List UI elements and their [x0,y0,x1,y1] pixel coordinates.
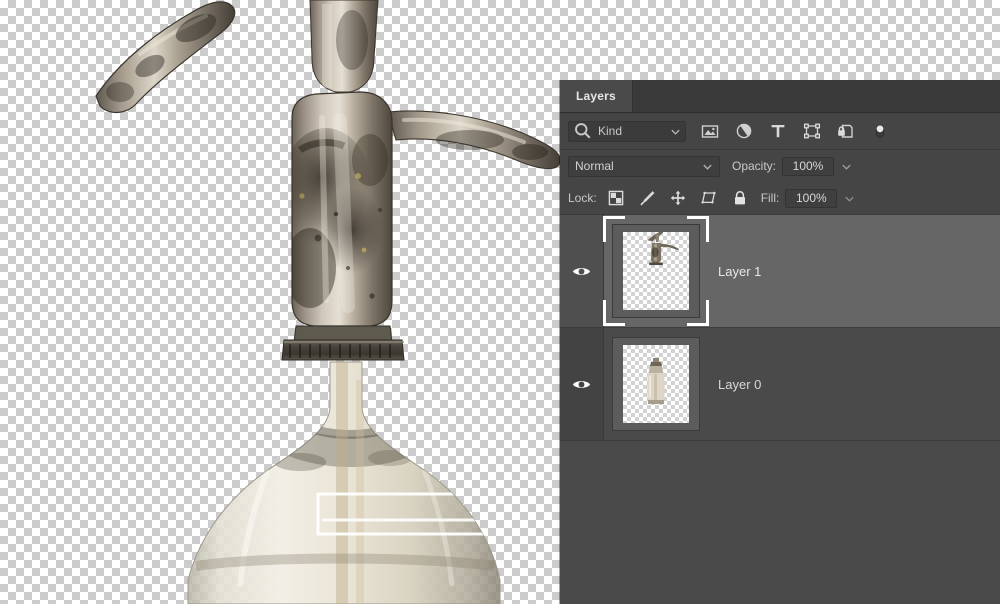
filter-kind-label: Kind [598,124,623,138]
layer-name: Layer 0 [718,376,762,392]
shape-layer-filter-icon[interactable] [802,121,822,141]
lock-all-icon[interactable] [731,189,749,207]
smart-object-filter-icon[interactable] [836,121,856,141]
fill-input[interactable]: 100% [785,188,838,208]
layer-filter-row: Kind [560,113,1000,150]
lock-position-icon[interactable] [669,189,687,207]
fill-label: Fill: [760,191,780,205]
fill-stepper[interactable] [840,189,858,208]
layer-thumbnail[interactable] [608,334,704,434]
lock-transparent-pixels-icon[interactable] [607,189,625,207]
lock-row: Lock: Fill: 100% [560,182,1000,215]
opacity-input[interactable]: 100% [782,156,835,176]
opacity-label: Opacity: [732,159,777,173]
thumbnail-frame [612,337,700,431]
photoshop-window: Layers Kind Normal Opacity: 100% Lock: F… [0,0,1000,604]
tab-layers-label: Layers [576,89,616,103]
blend-mode-select[interactable]: Normal [568,155,720,177]
layer-type-filter-icons [700,121,890,141]
thumbnail-image-layer-1 [623,232,689,310]
filter-toggle-switch-icon[interactable] [870,121,890,141]
eye-icon [572,267,591,275]
opacity-value: 100% [792,159,824,173]
lock-image-pixels-icon[interactable] [638,189,656,207]
table-row[interactable]: Layer 0 [560,328,1000,441]
opacity-stepper[interactable] [837,157,855,176]
layer-visibility-toggle[interactable] [560,215,604,327]
chevron-down-icon[interactable] [670,126,681,137]
lock-artboard-nesting-icon[interactable] [700,189,718,207]
tab-strip-empty-area [632,80,1000,112]
chevron-down-icon [845,196,854,202]
pixel-layer-filter-icon[interactable] [700,121,720,141]
search-icon [575,123,591,139]
lock-icon-group [607,189,749,207]
layer-visibility-toggle[interactable] [560,328,604,440]
layer-list-empty-area[interactable] [560,441,1000,561]
fill-value: 100% [796,191,827,205]
table-row[interactable]: Layer 1 [560,215,1000,328]
layer-list: Layer 1 Layer 0 [560,215,1000,561]
layer-name: Layer 1 [718,263,762,279]
thumbnail-frame [612,224,700,318]
blend-mode-row: Normal Opacity: 100% [560,150,1000,182]
filter-kind-select[interactable]: Kind [568,120,686,142]
eye-icon [572,380,591,388]
panel-tab-strip: Layers [560,80,1000,113]
chevron-down-icon [703,164,712,170]
layers-panel: Layers Kind Normal Opacity: 100% Lock: F… [560,80,1000,604]
tab-layers[interactable]: Layers [560,80,633,112]
layer-thumbnail[interactable] [603,216,709,326]
chevron-down-icon [841,164,851,170]
thumbnail-image-layer-0 [623,345,689,423]
lock-label: Lock: [568,191,597,205]
blend-mode-value: Normal [575,159,614,173]
adjustment-layer-filter-icon[interactable] [734,121,754,141]
type-layer-filter-icon[interactable] [768,121,788,141]
